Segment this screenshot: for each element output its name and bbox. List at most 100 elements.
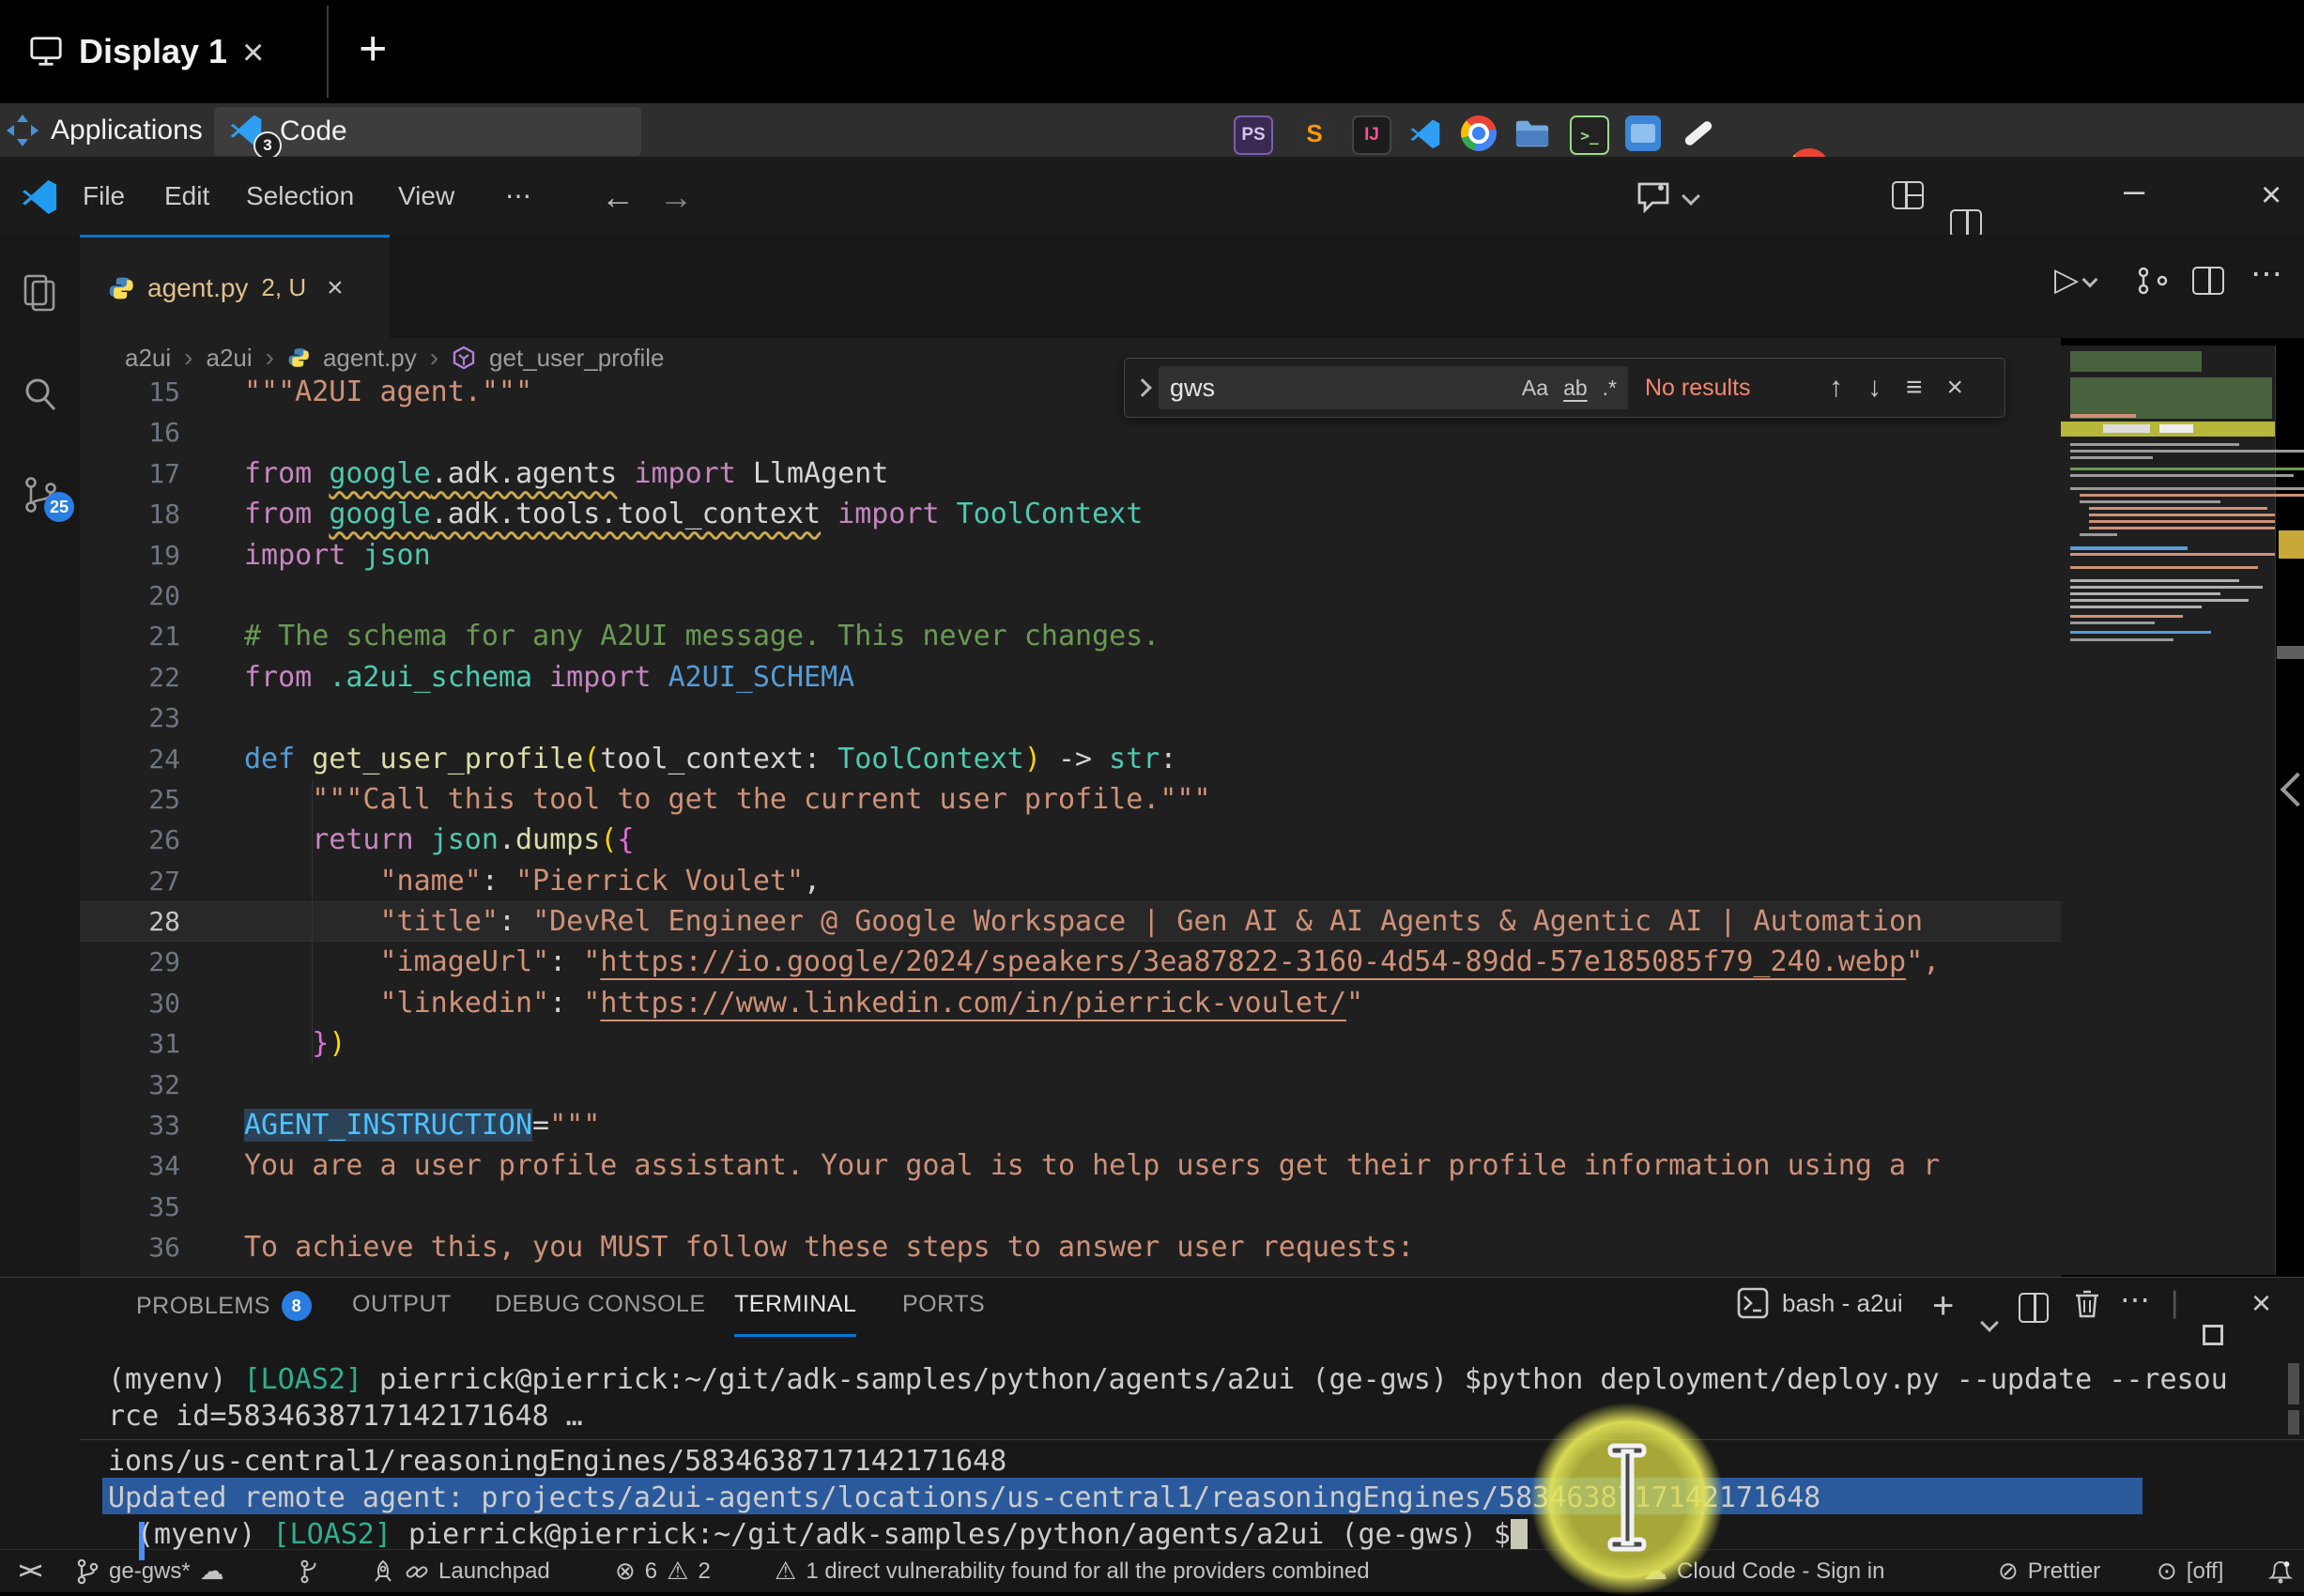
- nav-forward-button[interactable]: →: [659, 177, 693, 217]
- find-next-button[interactable]: ↓: [1867, 372, 1882, 404]
- code-line-17[interactable]: 17from google.adk.agents import LlmAgent: [80, 453, 2061, 494]
- files-tray-icon[interactable]: [1514, 115, 1550, 151]
- code-line-22[interactable]: 22from .a2ui_schema import A2UI_SCHEMA: [80, 657, 2061, 698]
- git-branch-item[interactable]: ge-gws* ☁: [75, 1550, 224, 1592]
- terminal-tray-icon[interactable]: >_: [1570, 115, 1609, 155]
- code-line-34[interactable]: 34You are a user profile assistant. Your…: [80, 1145, 2061, 1186]
- applications-menu[interactable]: Applications: [6, 103, 237, 157]
- stylus-tray-icon[interactable]: [1681, 115, 1716, 151]
- viewer-tab-display1[interactable]: Display 1: [28, 19, 227, 84]
- run-python-button[interactable]: ▷: [2054, 261, 2096, 299]
- maximize-panel-button[interactable]: [2203, 1325, 2223, 1345]
- terminal-dropdown-icon[interactable]: [1983, 1302, 1996, 1337]
- terminal-line-1[interactable]: (myenv) [LOAS2] pierrick@pierrick:~/git/…: [80, 1361, 2304, 1398]
- menu-file[interactable]: File: [73, 157, 134, 235]
- photoshop-tray-icon[interactable]: PS: [1234, 115, 1273, 155]
- panel-more-actions[interactable]: ⋯: [2120, 1281, 2150, 1317]
- breadcrumb-file[interactable]: agent.py: [323, 344, 417, 373]
- find-in-selection-button[interactable]: ≡: [1906, 372, 1923, 404]
- menu-edit[interactable]: Edit: [155, 157, 219, 235]
- terminal-line-4[interactable]: Updated remote agent: projects/a2ui-agen…: [80, 1480, 2304, 1516]
- vulnerability-status-item[interactable]: ⚠ 1 direct vulnerability found for all t…: [775, 1550, 1370, 1592]
- nav-back-button[interactable]: ←: [601, 177, 635, 217]
- toggle-sidebar-button[interactable]: [1950, 209, 1982, 238]
- problems-status-item[interactable]: ⊗ 6 ⚠ 2: [615, 1550, 711, 1592]
- viewer-add-tab-button[interactable]: +: [359, 24, 387, 73]
- scrollbar-slider[interactable]: [2277, 646, 2304, 659]
- menu-more[interactable]: ⋯: [496, 157, 541, 235]
- find-close-button[interactable]: ×: [1947, 372, 1964, 404]
- copilot-chat-button[interactable]: [1636, 179, 1697, 213]
- customize-layout-button[interactable]: [1892, 181, 1924, 209]
- terminal-instance[interactable]: bash - a2ui: [1737, 1287, 1903, 1319]
- window-tray-icon[interactable]: [1625, 115, 1661, 151]
- screencast-status-item[interactable]: ⊙ [off]: [2157, 1550, 2223, 1592]
- prettier-status-item[interactable]: ⊘ Prettier: [1998, 1550, 2100, 1592]
- code-line-24[interactable]: 24def get_user_profile(tool_context: Too…: [80, 739, 2061, 779]
- remote-indicator[interactable]: ><: [19, 1550, 39, 1592]
- find-input[interactable]: gws Aa ab .*: [1159, 366, 1628, 409]
- find-expand-icon[interactable]: [1133, 378, 1152, 397]
- chrome-tray-icon[interactable]: [1461, 115, 1497, 151]
- breadcrumb-a2ui-2[interactable]: a2ui: [206, 344, 252, 373]
- code-line-29[interactable]: 29 "imageUrl": "https://io.google/2024/s…: [80, 942, 2061, 982]
- code-line-28[interactable]: 28 "title": "DevRel Engineer @ Google Wo…: [80, 901, 2061, 942]
- window-minimize-button[interactable]: –: [2124, 170, 2144, 212]
- tab-problems[interactable]: PROBLEMS 8: [136, 1291, 312, 1321]
- code-line-26[interactable]: 26 return json.dumps({: [80, 820, 2061, 860]
- menu-view[interactable]: View: [389, 157, 464, 235]
- explorer-icon[interactable]: [20, 272, 61, 314]
- tab-agent-py[interactable]: agent.py 2, U ×: [80, 235, 390, 338]
- tab-terminal[interactable]: TERMINAL: [734, 1291, 856, 1318]
- vscode-tray-icon[interactable]: [1407, 115, 1443, 151]
- open-changes-icon[interactable]: [2136, 265, 2170, 297]
- match-case-toggle[interactable]: Aa: [1522, 376, 1548, 401]
- terminal-line-2[interactable]: rce id=5834638717142171648 …: [80, 1398, 2304, 1435]
- code-line-33[interactable]: 33AGENT_INSTRUCTION=""": [80, 1105, 2061, 1145]
- viewer-tab-close-button[interactable]: ×: [242, 34, 264, 71]
- intellij-tray-icon[interactable]: IJ: [1352, 115, 1391, 155]
- split-terminal-button[interactable]: [2019, 1293, 2049, 1323]
- tab-ports[interactable]: PORTS: [902, 1291, 985, 1318]
- close-panel-button[interactable]: ×: [2251, 1283, 2271, 1323]
- code-line-25[interactable]: 25 """Call this tool to get the current …: [80, 779, 2061, 820]
- code-line-21[interactable]: 21# The schema for any A2UI message. Thi…: [80, 616, 2061, 656]
- kill-terminal-button[interactable]: [2073, 1289, 2101, 1319]
- launchpad-item[interactable]: Launchpad: [371, 1550, 550, 1592]
- code-line-16[interactable]: 16: [80, 412, 2061, 453]
- tab-debug-console[interactable]: DEBUG CONSOLE: [495, 1291, 706, 1318]
- terminal-line-5[interactable]: (myenv) [LOAS2] pierrick@pierrick:~/git/…: [80, 1516, 2304, 1553]
- code-line-19[interactable]: 19import json: [80, 535, 2061, 575]
- tab-close-icon[interactable]: ×: [327, 272, 344, 304]
- code-line-27[interactable]: 27 "name": "Pierrick Voulet",: [80, 861, 2061, 901]
- breadcrumb-a2ui[interactable]: a2ui: [125, 344, 171, 373]
- sublime-tray-icon[interactable]: S: [1297, 115, 1332, 151]
- code-line-23[interactable]: 23: [80, 698, 2061, 738]
- tab-output[interactable]: OUTPUT: [352, 1291, 452, 1318]
- regex-toggle[interactable]: .*: [1603, 376, 1617, 401]
- breadcrumb-symbol[interactable]: get_user_profile: [489, 344, 664, 373]
- find-previous-button[interactable]: ↑: [1829, 372, 1843, 404]
- editor-more-actions[interactable]: ⋯: [2250, 255, 2282, 293]
- code-editor[interactable]: 15"""A2UI agent."""1617from google.adk.a…: [80, 377, 2061, 1277]
- taskbar-window-code[interactable]: 3 Code: [214, 107, 641, 156]
- code-line-32[interactable]: 32: [80, 1065, 2061, 1105]
- code-line-20[interactable]: 20: [80, 575, 2061, 616]
- window-close-button[interactable]: ×: [2261, 177, 2281, 213]
- menu-selection[interactable]: Selection: [237, 157, 363, 235]
- code-line-31[interactable]: 31 }): [80, 1023, 2061, 1064]
- code-line-30[interactable]: 30 "linkedin": "https://www.linkedin.com…: [80, 983, 2061, 1023]
- source-control-icon[interactable]: 25: [20, 475, 61, 516]
- code-line-36[interactable]: 36To achieve this, you MUST follow these…: [80, 1227, 2061, 1267]
- git-graph-icon[interactable]: [299, 1550, 321, 1592]
- new-terminal-button[interactable]: +: [1932, 1285, 1954, 1327]
- minimap[interactable]: [2061, 345, 2275, 1275]
- code-line-35[interactable]: 35: [80, 1187, 2061, 1227]
- code-line-18[interactable]: 18from google.adk.tools.tool_context imp…: [80, 494, 2061, 534]
- split-editor-button[interactable]: [2192, 267, 2224, 295]
- terminal-line-3[interactable]: ions/us-central1/reasoningEngines/583463…: [80, 1443, 2304, 1480]
- search-sidebar-icon[interactable]: [20, 374, 61, 415]
- cloud-code-signin[interactable]: ☁ Cloud Code - Sign in: [1643, 1550, 1884, 1592]
- whole-word-toggle[interactable]: ab: [1563, 376, 1588, 401]
- notifications-bell[interactable]: [2268, 1550, 2293, 1592]
